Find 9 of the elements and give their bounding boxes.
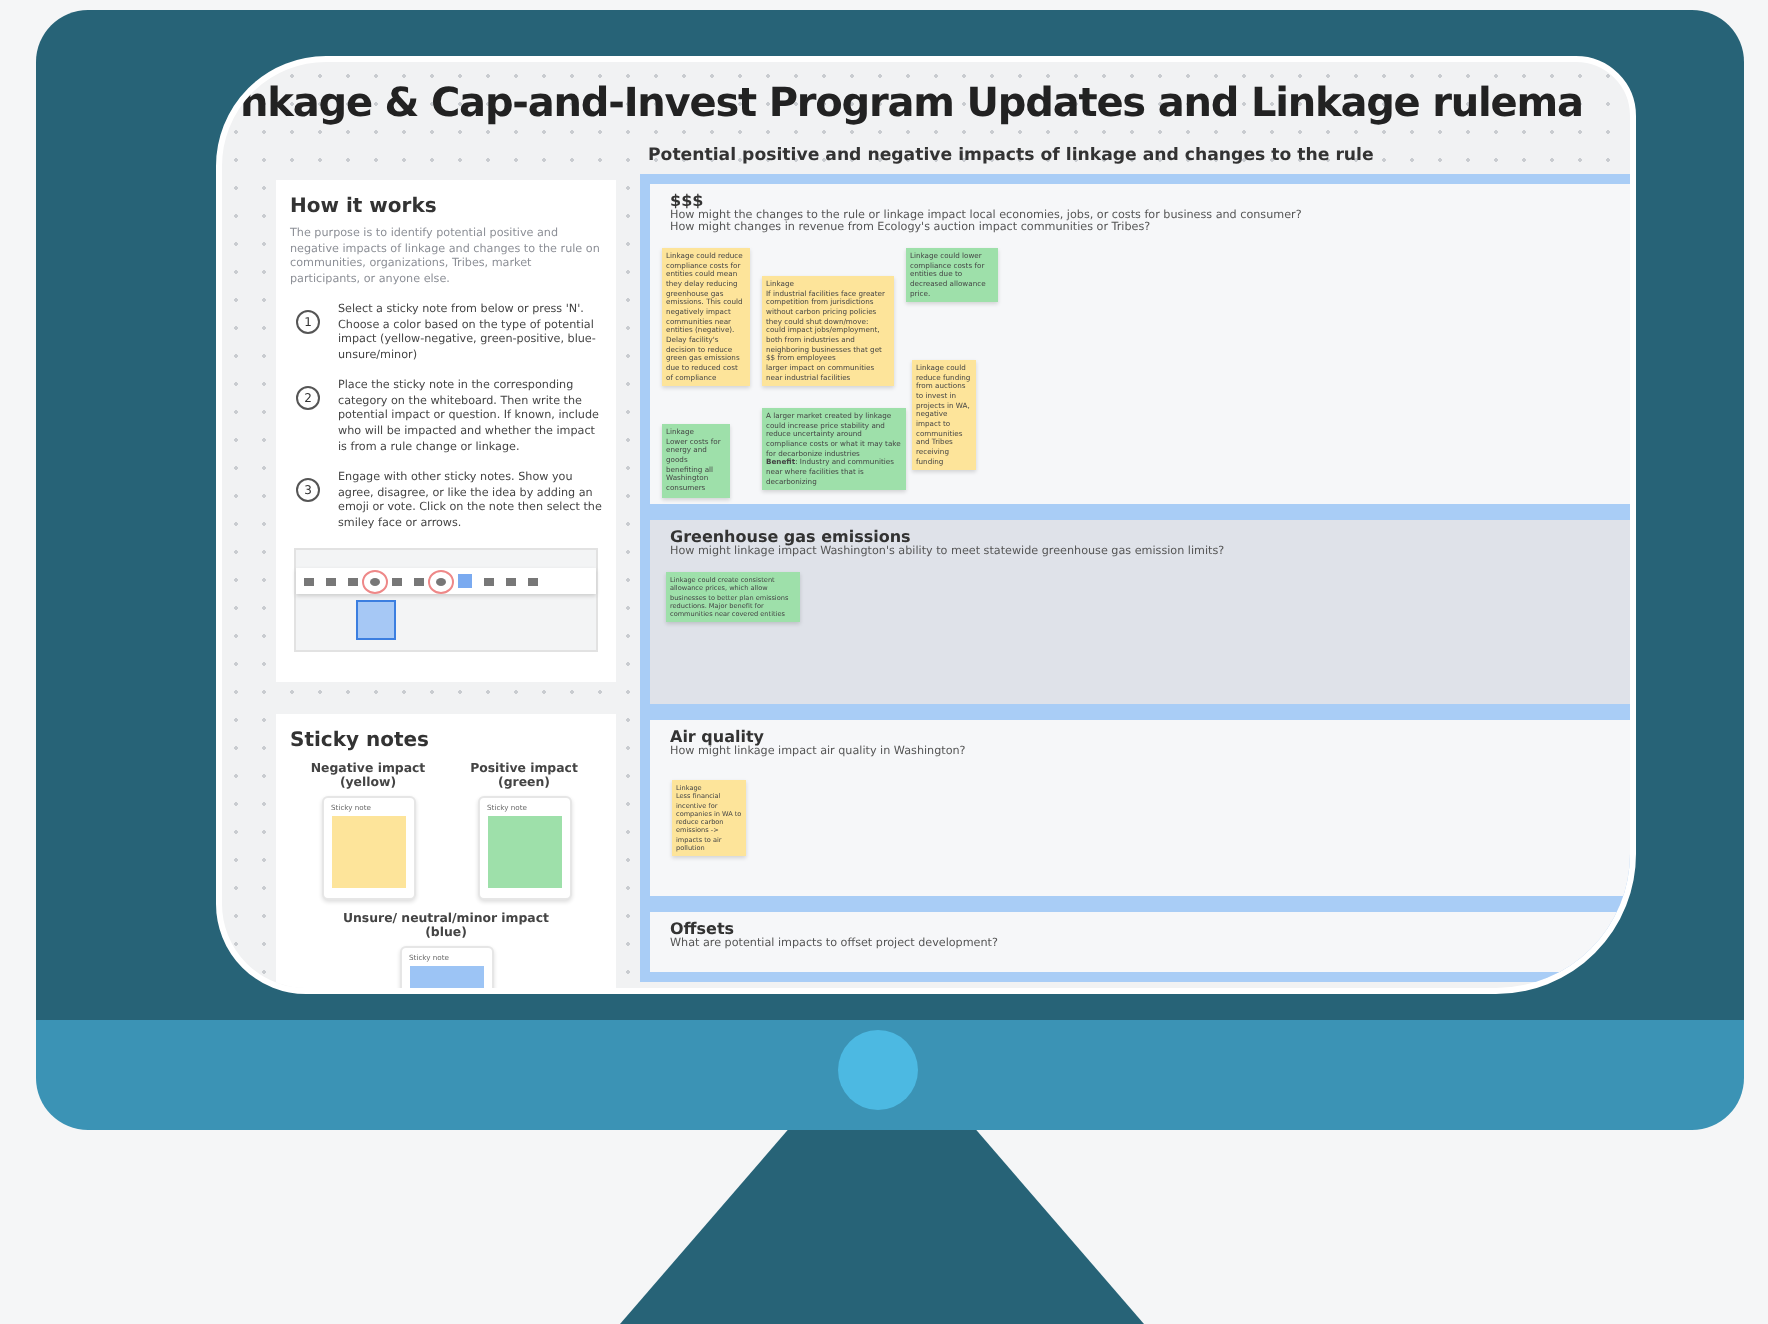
board-title: nkage & Cap-and-Invest Program Updates and Linkage rulema <box>238 76 1585 130</box>
section-title: $$$ <box>670 192 704 210</box>
board-heading: Potential positive and negative impacts of linkage and changes to the rule <box>646 144 1376 170</box>
power-button-icon <box>838 1030 918 1110</box>
section-title: Offsets <box>670 920 735 938</box>
section-title: Air quality <box>670 728 765 746</box>
section-title: Greenhouse gas emissions <box>670 528 911 546</box>
card-title: Sticky notes <box>290 730 431 752</box>
card-title: How it works <box>290 196 439 218</box>
